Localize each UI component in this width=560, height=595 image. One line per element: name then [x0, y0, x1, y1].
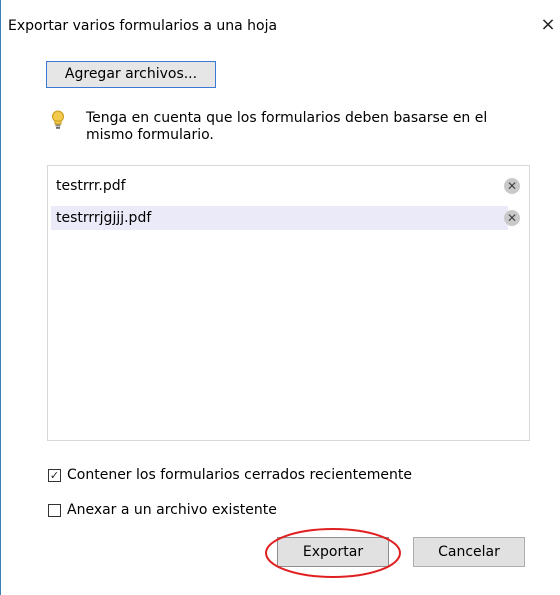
window-border	[0, 0, 1, 595]
include-recent-label: Contener los formularios cerrados recien…	[67, 467, 412, 483]
file-list[interactable]: testrrr.pdf ✕ testrrrjgjjj.pdf ✕	[47, 165, 530, 441]
file-list-item-selected[interactable]: testrrrjgjjj.pdf	[51, 206, 508, 230]
remove-file-icon[interactable]: ✕	[504, 178, 520, 194]
dialog-title: Exportar varios formularios a una hoja	[8, 18, 278, 34]
lightbulb-icon	[52, 110, 64, 129]
cancel-button[interactable]: Cancelar	[413, 537, 525, 567]
export-forms-dialog: Exportar varios formularios a una hoja ×…	[0, 0, 560, 595]
include-recent-checkbox[interactable]: ✓	[48, 468, 61, 482]
close-icon[interactable]: ×	[538, 15, 558, 35]
file-list-item[interactable]: testrrr.pdf	[51, 174, 508, 198]
remove-file-icon[interactable]: ✕	[504, 210, 520, 226]
add-files-button[interactable]: Agregar archivos...	[46, 61, 216, 88]
note-text: Tenga en cuenta que los formularios debe…	[86, 110, 488, 143]
file-name: testrrrjgjjj.pdf	[56, 210, 152, 226]
append-existing-option[interactable]: Anexar a un archivo existente	[48, 501, 277, 519]
include-recent-option[interactable]: ✓ Contener los formularios cerrados reci…	[48, 466, 412, 484]
export-button[interactable]: Exportar	[277, 537, 389, 567]
append-existing-label: Anexar a un archivo existente	[67, 502, 277, 518]
append-existing-checkbox[interactable]	[48, 503, 61, 517]
file-name: testrrr.pdf	[56, 178, 126, 194]
